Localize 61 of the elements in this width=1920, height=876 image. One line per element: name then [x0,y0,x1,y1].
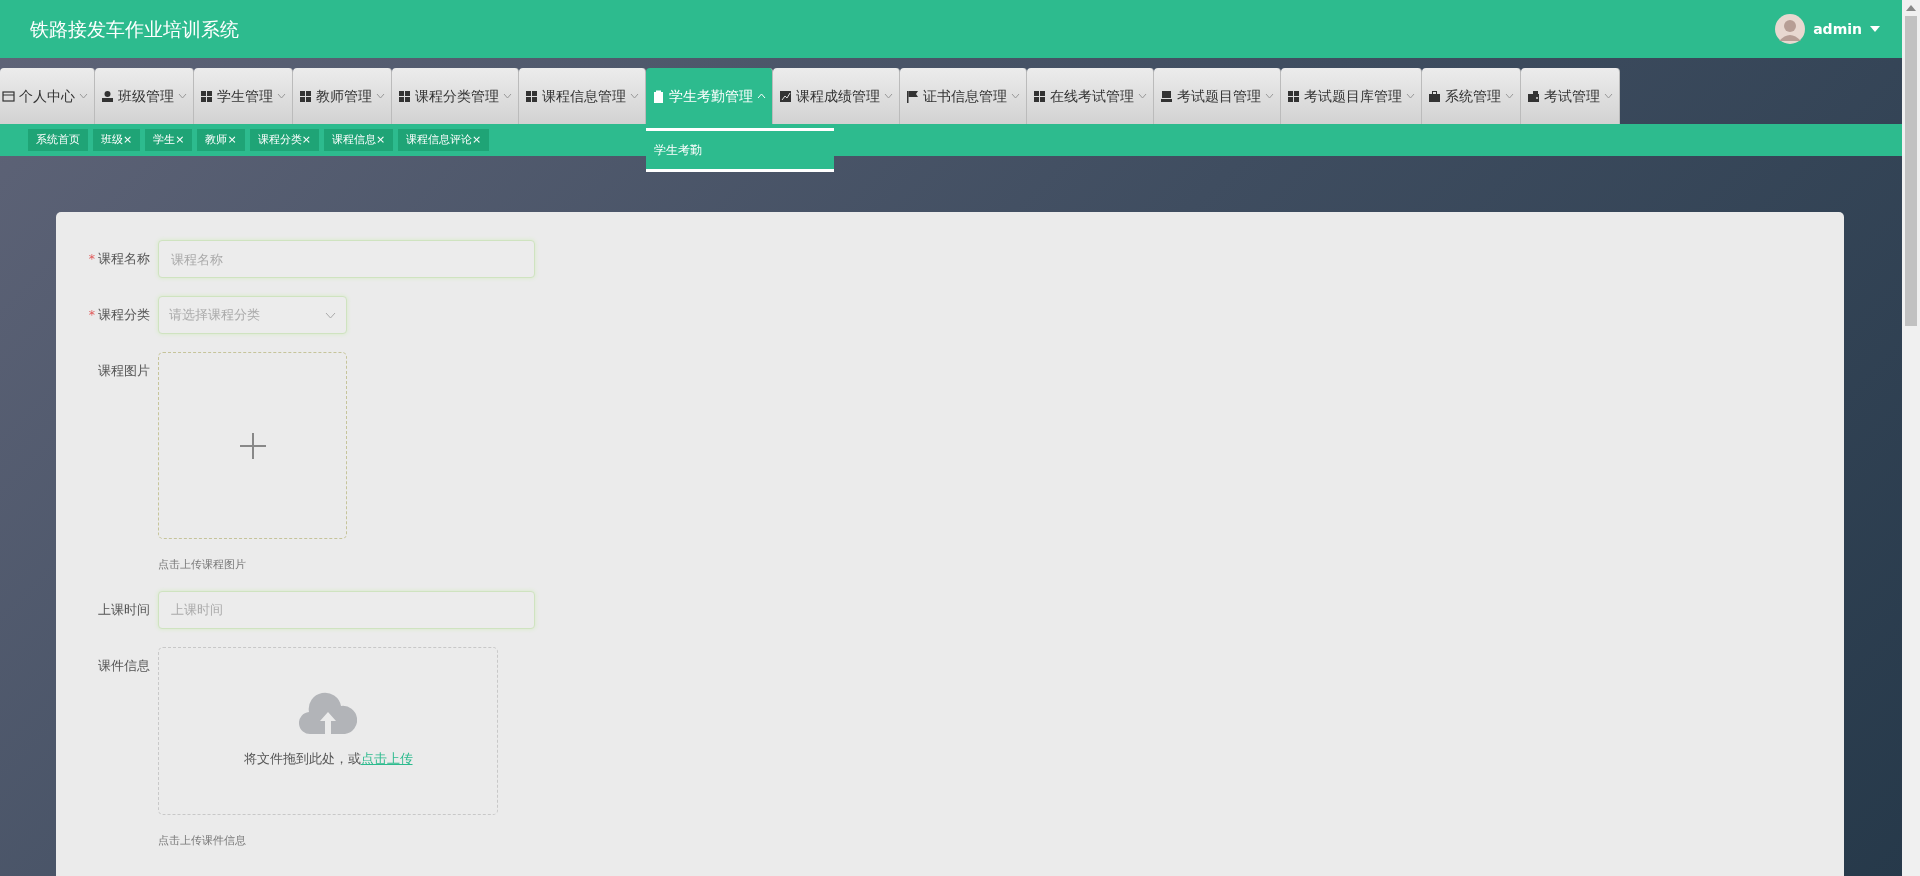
nav-tab[interactable]: 班级管理 [95,68,194,124]
nav-tab[interactable]: 课程成绩管理 [773,68,900,124]
nav-tab[interactable]: 考试题目库管理 [1281,68,1422,124]
chart-icon [779,89,792,103]
field-label: 上课时间 [97,600,151,619]
nav-tab[interactable]: 教师管理 [293,68,392,124]
nav-tab[interactable]: 在线考试管理 [1027,68,1154,124]
chevron-down-icon [277,93,286,99]
text-input-field[interactable]: 上课时间 [158,590,535,629]
app-title: 铁路接发车作业培训系统 [30,16,239,42]
grid-icon [525,89,538,103]
briefcase-icon [1428,89,1441,103]
cloud-upload-icon [299,692,357,737]
scroll-up-icon[interactable] [1906,4,1916,12]
scrollbar-thumb[interactable] [1905,16,1917,326]
grid-icon [299,89,312,103]
upload-hint: 点击上传课件信息 [158,832,247,848]
chevron-up-icon [757,93,766,99]
field-label: 课件信息 [97,656,151,675]
plus-icon [239,432,266,459]
nav-tab[interactable]: 考试管理 [1521,68,1620,124]
chevron-down-icon [376,93,385,99]
wallet-icon [1527,89,1540,103]
chevron-down-icon [1505,93,1514,99]
chevron-down-icon [1265,93,1274,99]
flag-icon [906,89,919,103]
nav-tab[interactable]: 个人中心 [0,68,95,124]
window-icon [2,89,15,103]
field-label: * 课程名称 [87,250,151,268]
chevron-down-icon [503,93,512,99]
field-label: 课程图片 [97,362,151,380]
clipboard-icon [652,89,665,103]
nav-tab[interactable]: 课程信息管理 [519,68,646,124]
text-input-field[interactable]: 课程名称 [158,240,535,278]
nav-tab[interactable]: 系统管理 [1422,68,1521,124]
chevron-down-icon [1406,93,1415,99]
chevron-down-icon [325,311,336,319]
chevron-down-icon [1138,93,1147,99]
chevron-down-icon [79,93,88,99]
grid-icon [1287,89,1300,103]
nav-tab[interactable]: 证书信息管理 [900,68,1027,124]
chevron-down-icon [630,93,639,99]
nav-tab[interactable]: 课程分类管理 [392,68,519,124]
file-drop-area[interactable]: 将文件拖到此处，或点击上传 [158,646,498,815]
upload-hint: 点击上传课程图片 [158,557,247,572]
chevron-down-icon [178,93,187,99]
caret-icon[interactable] [1870,25,1880,33]
nav-tab[interactable]: 学生管理 [194,68,293,124]
chevron-down-icon [1604,93,1613,99]
image-upload-area[interactable] [158,352,347,539]
chevron-down-icon [1011,93,1020,99]
drop-instruction: 将文件拖到此处，或点击上传 [243,750,413,769]
field-label: * 课程分类 [87,306,151,324]
tray-icon [1160,89,1173,103]
grid-icon [200,89,213,103]
nav-tab[interactable]: 考试题目管理 [1154,68,1281,124]
chevron-down-icon [884,93,893,99]
user-icon [101,89,114,103]
grid-icon [1033,89,1046,103]
avatar-icon[interactable] [1775,14,1806,44]
grid-icon [398,89,411,103]
